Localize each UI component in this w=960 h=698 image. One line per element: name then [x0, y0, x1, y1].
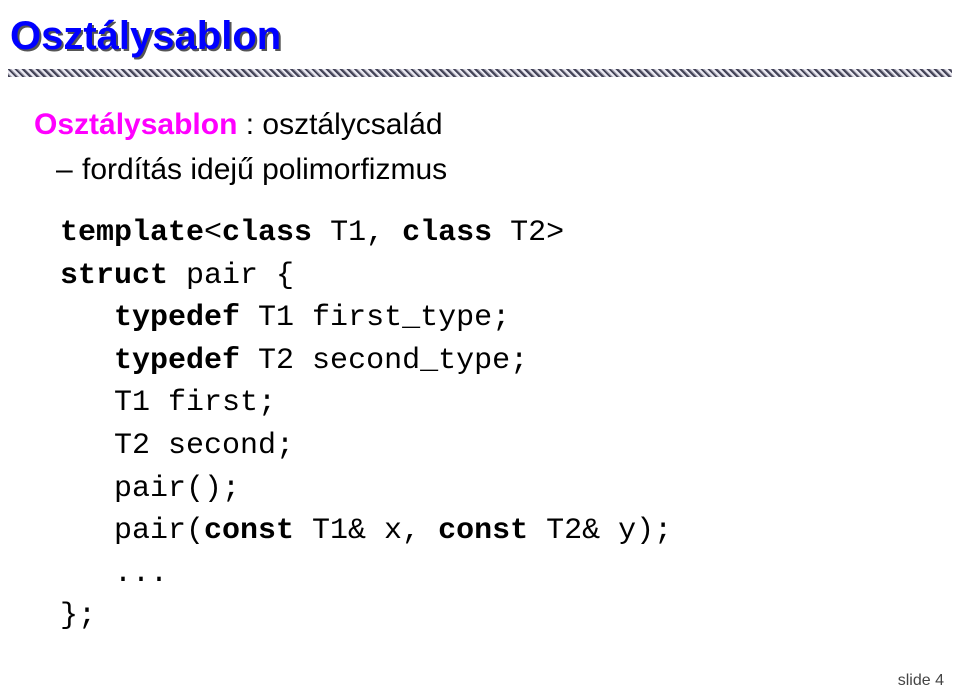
code-text: T1& x,: [294, 514, 438, 548]
code-block: template<class T1, class T2> struct pair…: [60, 212, 952, 638]
intro-list: fordítás idejű polimorfizmus: [34, 150, 952, 191]
code-text: T2>: [492, 216, 564, 250]
code-text: T2 second_type;: [240, 344, 528, 378]
code-line: T1 first;: [60, 386, 276, 420]
intro-line: Osztálysablon : osztálycsalád: [34, 105, 952, 146]
code-line: };: [60, 599, 96, 633]
code-text: pair(: [60, 514, 204, 548]
code-line: T2 second;: [60, 429, 294, 463]
code-text: pair {: [168, 259, 294, 293]
kw-const: const: [204, 514, 294, 548]
slide: Osztálysablon Osztálysablon : osztálycsa…: [0, 0, 960, 698]
kw-template: template: [60, 216, 204, 250]
kw-class: class: [402, 216, 492, 250]
code-text: T1 first_type;: [240, 301, 510, 335]
slide-number: slide 4: [898, 672, 944, 690]
code-line: pair();: [60, 472, 240, 506]
code-text: T2& y);: [528, 514, 672, 548]
intro-bullet: fordítás idejű polimorfizmus: [34, 150, 952, 191]
code-indent: [60, 301, 114, 335]
divider: [8, 69, 952, 77]
code-text: T1,: [312, 216, 402, 250]
code-indent: [60, 344, 114, 378]
slide-title: Osztálysablon: [10, 14, 952, 59]
kw-class: class: [222, 216, 312, 250]
definition: : osztálycsalád: [237, 108, 442, 141]
code-line: ...: [60, 557, 168, 591]
term: Osztálysablon: [34, 108, 237, 141]
intro-block: Osztálysablon : osztálycsalád fordítás i…: [34, 105, 952, 190]
kw-struct: struct: [60, 259, 168, 293]
kw-typedef: typedef: [114, 301, 240, 335]
kw-const: const: [438, 514, 528, 548]
kw-typedef: typedef: [114, 344, 240, 378]
